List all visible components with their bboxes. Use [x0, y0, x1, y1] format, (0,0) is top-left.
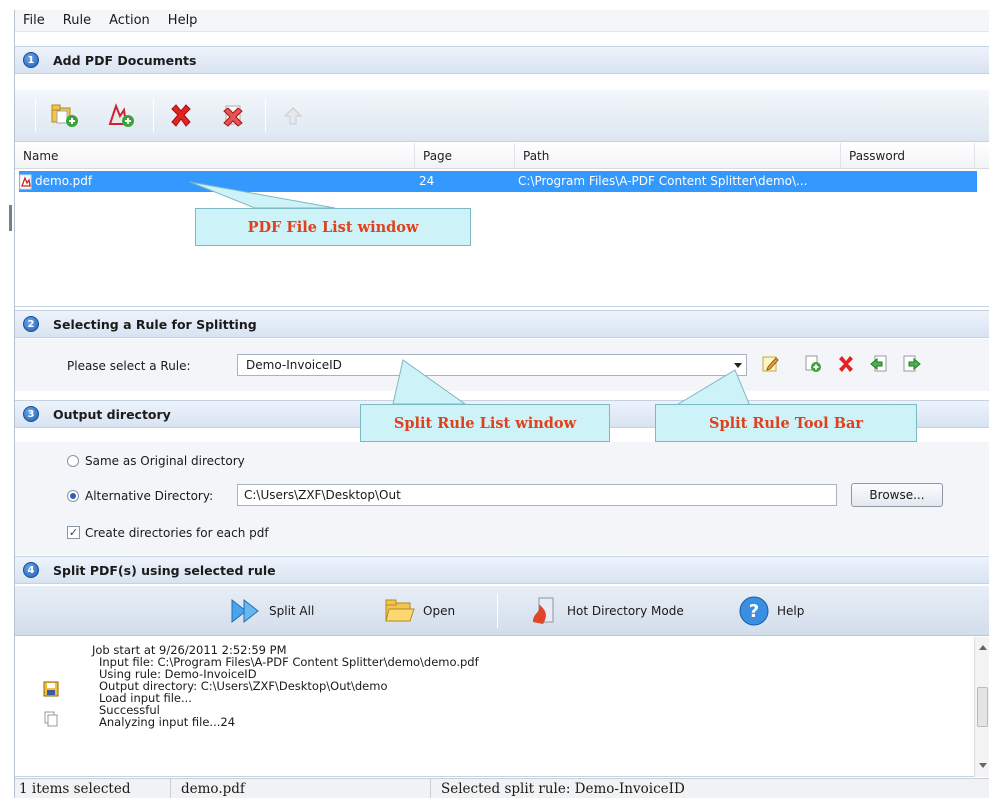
cell-password: [845, 171, 975, 192]
cell-path: C:\Program Files\A-PDF Content Splitter\…: [518, 174, 808, 188]
help-label: Help: [777, 604, 805, 618]
remove-all-icon[interactable]: [217, 100, 249, 132]
callout-split-rule-list: Split Rule List window: [360, 404, 610, 442]
status-bar: 1 items selected demo.pdf Selected split…: [15, 778, 989, 798]
rule-label: Please select a Rule:: [67, 359, 191, 373]
export-rule-icon[interactable]: [901, 353, 923, 375]
scroll-up-icon[interactable]: [979, 645, 987, 650]
app-window: File Rule Action Help 1 Add PDF Document…: [14, 10, 989, 798]
list-header: Name Page Path Password: [15, 143, 989, 169]
same-dir-radio[interactable]: [67, 455, 79, 467]
section-title: Add PDF Documents: [53, 52, 197, 68]
pdf-file-list[interactable]: Name Page Path Password demo.pdf 24 C:\P…: [15, 143, 989, 307]
browse-button[interactable]: Browse...: [851, 483, 943, 507]
column-path[interactable]: Path: [515, 143, 841, 169]
column-password[interactable]: Password: [841, 143, 975, 169]
split-all-label: Split All: [269, 604, 315, 618]
move-up-icon[interactable]: [277, 100, 309, 132]
edit-rule-icon[interactable]: [760, 353, 782, 375]
toolbar-separator: [153, 98, 154, 132]
section-number: 2: [23, 316, 39, 332]
section-number: 4: [23, 562, 39, 578]
add-pdf-icon[interactable]: [105, 100, 137, 132]
fast-forward-icon: [229, 594, 263, 628]
pdf-toolbar: [15, 90, 989, 142]
action-bar: Split All Open Hot Directory Mode ? Help: [15, 586, 989, 636]
section-split: 4 Split PDF(s) using selected rule: [15, 556, 989, 584]
column-name[interactable]: Name: [15, 143, 415, 169]
toolbar-separator: [35, 98, 36, 132]
log-area[interactable]: Job start at 9/26/2011 2:52:59 PM Input …: [15, 637, 989, 777]
copy-log-icon[interactable]: [43, 711, 59, 730]
create-dirs-label: Create directories for each pdf: [85, 526, 269, 540]
status-rule: Selected split rule: Demo-InvoiceID: [441, 781, 685, 797]
section-add-pdf: 1 Add PDF Documents: [15, 46, 989, 74]
status-selected-count: 1 items selected: [15, 779, 171, 798]
svg-text:?: ?: [749, 601, 759, 622]
column-page[interactable]: Page: [415, 143, 515, 169]
toolbar-separator: [497, 594, 498, 628]
hot-directory-label: Hot Directory Mode: [567, 604, 684, 618]
menu-file[interactable]: File: [21, 12, 47, 29]
folder-open-icon: [383, 594, 417, 628]
section-title: Selecting a Rule for Splitting: [53, 316, 257, 332]
alt-dir-radio[interactable]: [67, 490, 79, 502]
log-line: Analyzing input file...24: [99, 715, 236, 729]
open-button[interactable]: Open: [383, 594, 455, 628]
section-number: 3: [23, 406, 39, 422]
edge-mark: [9, 205, 12, 231]
menu-help[interactable]: Help: [166, 12, 200, 29]
import-rule-icon[interactable]: [868, 353, 890, 375]
hot-directory-icon: [527, 594, 561, 628]
scroll-down-icon[interactable]: [979, 763, 987, 768]
callout-split-rule-toolbar: Split Rule Tool Bar: [655, 404, 917, 442]
status-file-name: demo.pdf: [171, 779, 431, 798]
remove-icon[interactable]: [165, 100, 197, 132]
save-log-icon[interactable]: [43, 681, 59, 700]
pdf-file-icon: [19, 171, 35, 192]
help-button[interactable]: ? Help: [737, 594, 804, 628]
menu-action[interactable]: Action: [107, 12, 152, 29]
alt-dir-input[interactable]: C:\Users\ZXF\Desktop\Out: [237, 484, 837, 506]
section-title: Split PDF(s) using selected rule: [53, 562, 276, 578]
scroll-thumb[interactable]: [977, 687, 988, 727]
add-folder-icon[interactable]: [49, 100, 81, 132]
create-dirs-checkbox[interactable]: ✓: [67, 526, 80, 539]
section-number: 1: [23, 52, 39, 68]
help-icon: ?: [737, 594, 771, 628]
delete-rule-icon[interactable]: [835, 353, 857, 375]
add-rule-icon[interactable]: [802, 353, 824, 375]
rule-selected-value: Demo-InvoiceID: [246, 358, 342, 372]
menubar: File Rule Action Help: [15, 10, 989, 32]
section-title: Output directory: [53, 406, 171, 422]
split-all-button[interactable]: Split All: [229, 594, 314, 628]
callout-pdf-file-list: PDF File List window: [195, 208, 471, 246]
section-select-rule: 2 Selecting a Rule for Splitting: [15, 310, 989, 338]
toolbar-separator: [265, 98, 266, 132]
log-scrollbar[interactable]: [974, 637, 989, 777]
output-area: Same as Original directory Alternative D…: [15, 442, 989, 555]
window-left-edge: [0, 0, 14, 798]
menu-rule[interactable]: Rule: [61, 12, 93, 29]
hot-directory-button[interactable]: Hot Directory Mode: [527, 594, 684, 628]
open-label: Open: [423, 604, 456, 618]
table-row[interactable]: demo.pdf 24 C:\Program Files\A-PDF Conte…: [19, 171, 977, 192]
same-dir-label: Same as Original directory: [85, 454, 245, 468]
alt-dir-label: Alternative Directory:: [85, 489, 214, 503]
